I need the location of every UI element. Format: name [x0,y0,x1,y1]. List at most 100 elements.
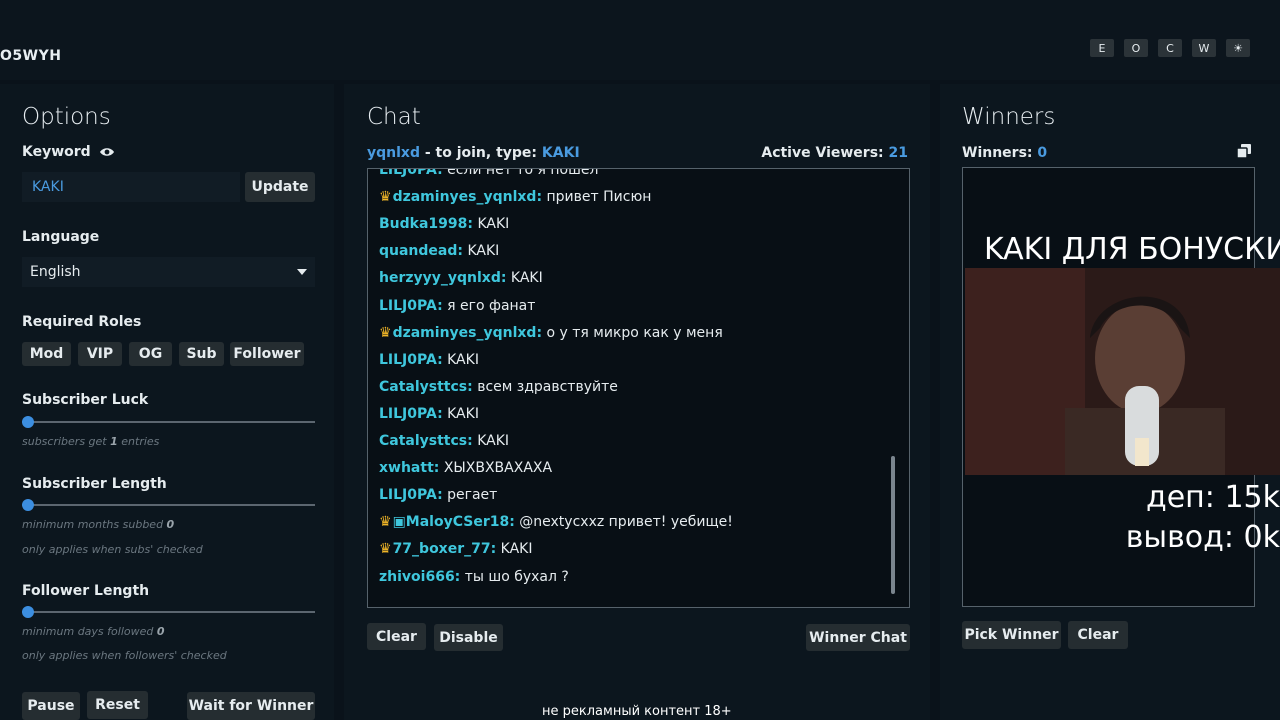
chat-username[interactable]: quandead: [379,243,463,259]
keyword-input[interactable]: KAKI [22,172,240,202]
chat-message: ♛dzaminyes_yqnlxd: о у тя микро как у ме… [379,325,723,341]
join-text: - to join, type: [419,145,542,161]
copy-icon[interactable] [1237,144,1251,158]
chat-username[interactable]: dzaminyes_yqnlxd: [393,325,543,341]
stream-overlay-deposit: деп: 15k [1145,480,1280,515]
eye-icon[interactable] [99,146,115,158]
chat-message-text: всем здравствуйте [477,378,618,395]
chat-message: ♛▣MaloyCSer18: @nextycxxz привет! уебище… [379,514,733,530]
role-vip-button[interactable]: VIP [78,342,122,366]
chat-username[interactable]: LILJ0PA: [379,352,443,368]
pause-button[interactable]: Pause [22,692,80,720]
chat-message: ♛77_boxer_77: KAKI [379,541,532,557]
subscriber-luck-value: 1 [110,435,118,448]
chat-message: zhivoi666: ты шо бухал ? [379,569,569,585]
role-follower-button[interactable]: Follower [230,342,304,366]
follower-length-slider[interactable] [22,611,315,613]
subscriber-length-slider-thumb[interactable] [22,499,34,511]
pick-winner-button[interactable]: Pick Winner [962,621,1061,649]
update-button[interactable]: Update [245,172,315,202]
chat-scrollbar[interactable] [891,456,895,594]
chat-username[interactable]: LILJ0PA: [379,406,443,422]
chat-log[interactable]: LILJ0PA: если нет то я пошел ♛dzaminyes_y… [367,168,910,608]
language-select[interactable]: English [22,257,315,287]
chat-message: LILJ0PA: регает [379,487,497,503]
chat-username[interactable]: MaloyCSer18: [406,514,515,530]
chat-username[interactable]: zhivoi666: [379,569,460,585]
hint-text: subscribers get [22,435,107,448]
chat-message-text: KAKI [510,270,543,287]
chat-message: quandead: KAKI [379,243,499,259]
language-label: Language [22,229,100,245]
subscriber-length-note: only applies when subs' checked [22,543,203,556]
subscriber-luck-slider[interactable] [22,421,315,423]
follower-length-value: 0 [156,625,165,638]
stream-overlay-withdraw: вывод: 0k [1125,520,1280,555]
reset-button[interactable]: Reset [87,691,148,719]
subscriber-length-label: Subscriber Length [22,476,167,492]
streamer-image [965,268,1280,475]
roles-label: Required Roles [22,314,142,330]
chat-message-text: KAKI [500,541,533,558]
crown-badge-icon: ♛ [379,189,392,206]
winners-count-value: 0 [1037,145,1048,161]
webcam-video [965,268,1280,475]
chat-message: ♛dzaminyes_yqnlxd: привет Писюн [379,189,651,205]
chat-clear-button[interactable]: Clear [367,623,426,650]
chat-username[interactable]: Catalysttcs: [379,433,473,449]
top-button-w[interactable]: W [1192,39,1216,57]
follower-length-label: Follower Length [22,583,150,599]
keyword-label: Keyword [22,144,91,160]
top-button-c[interactable]: C [1158,39,1182,57]
theme-toggle-icon[interactable]: ☀ [1226,39,1250,57]
chat-username[interactable]: 77_boxer_77: [393,541,497,557]
chat-message-text: @nextycxxz привет! уебище! [519,514,733,531]
wait-for-winner-button[interactable]: Wait for Winner [187,692,315,720]
stream-overlay-title: KAKI ДЛЯ БОНУСКИ [984,232,1280,267]
chat-username[interactable]: dzaminyes_yqnlxd: [393,189,543,205]
winners-title: Winners [962,104,1056,130]
crown-badge-icon: ♛ [379,514,392,531]
role-mod-button[interactable]: Mod [22,342,71,366]
subscriber-length-value: 0 [166,518,175,531]
crown-badge-icon: ♛ [379,324,392,341]
subscriber-luck-slider-thumb[interactable] [22,416,34,428]
chat-username[interactable]: LILJ0PA: [379,298,443,314]
chat-username[interactable]: LILJ0PA: [379,169,443,178]
chat-title: Chat [367,104,421,130]
winner-chat-button[interactable]: Winner Chat [806,624,910,651]
chat-message-text: о у тя микро как у меня [546,324,723,341]
chat-username[interactable]: herzyyy_yqnlxd: [379,270,506,286]
active-viewers-label: Active Viewers: [761,145,884,161]
chevron-down-icon [297,269,307,275]
join-keyword: KAKI [541,145,580,161]
chat-message-text: регает [447,487,498,504]
chat-message: Budka1998: KAKI [379,216,509,232]
follower-length-slider-thumb[interactable] [22,606,34,618]
chat-message-text: KAKI [447,351,479,368]
role-og-button[interactable]: OG [129,342,172,366]
chat-message: LILJ0PA: я его фанат [379,298,535,314]
chat-username[interactable]: LILJ0PA: [379,487,443,503]
top-bar: O5WYH E O C W ☀ [0,0,1280,80]
subscriber-length-slider[interactable] [22,504,315,506]
chat-message-text: привет Писюн [546,189,652,206]
chat-username[interactable]: xwhatt: [379,460,439,476]
hint-text: minimum months subbed [22,518,164,531]
chat-message-text: KAKI [447,405,479,422]
chat-username[interactable]: Catalysttcs: [379,379,473,395]
chat-message: Catalysttcs: KAKI [379,433,509,449]
stream-caption: не рекламный контент 18+ [542,704,732,719]
chat-username[interactable]: Budka1998: [379,216,473,232]
role-sub-button[interactable]: Sub [179,342,224,366]
sub-badge-icon: ▣ [392,514,406,531]
winners-clear-button[interactable]: Clear [1068,621,1128,649]
top-button-e[interactable]: E [1090,39,1114,57]
active-viewers-count: 21 [888,145,908,161]
hint-text: minimum days followed [22,625,154,638]
disable-button[interactable]: Disable [434,624,503,651]
subscriber-luck-hint: subscribers get 1 entries [22,435,159,448]
chat-message: xwhatt: ХЫХВХВАХАХА [379,460,552,476]
chat-message-text: KAKI [477,216,510,233]
top-button-o[interactable]: O [1124,39,1148,57]
